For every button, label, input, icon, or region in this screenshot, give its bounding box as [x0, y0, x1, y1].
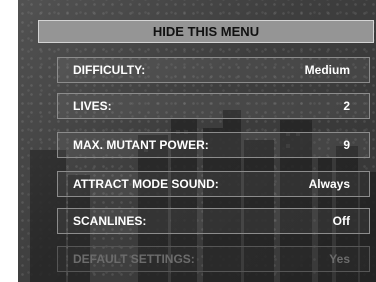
setting-value: Off: [332, 214, 350, 228]
setting-value: Medium: [304, 63, 350, 77]
setting-default-settings: DEFAULT SETTINGS: Yes: [57, 246, 370, 272]
hide-menu-button[interactable]: HIDE THIS MENU: [38, 20, 374, 43]
setting-value: 9: [343, 138, 350, 152]
setting-value: 2: [343, 99, 350, 113]
setting-value: Always: [308, 177, 350, 191]
setting-lives[interactable]: LIVES: 2: [57, 93, 370, 119]
setting-label: MAX. MUTANT POWER:: [73, 138, 209, 152]
setting-value: Yes: [329, 252, 350, 266]
setting-difficulty[interactable]: DIFFICULTY: Medium: [57, 57, 370, 83]
setting-label: DIFFICULTY:: [73, 63, 146, 77]
setting-max-mutant-power[interactable]: MAX. MUTANT POWER: 9: [57, 132, 370, 158]
setting-scanlines[interactable]: SCANLINES: Off: [57, 208, 370, 234]
setting-label: LIVES:: [73, 99, 112, 113]
setting-label: SCANLINES:: [73, 214, 147, 228]
setting-attract-mode-sound[interactable]: ATTRACT MODE SOUND: Always: [57, 171, 370, 197]
setting-label: ATTRACT MODE SOUND:: [73, 177, 219, 191]
setting-label: DEFAULT SETTINGS:: [73, 252, 195, 266]
